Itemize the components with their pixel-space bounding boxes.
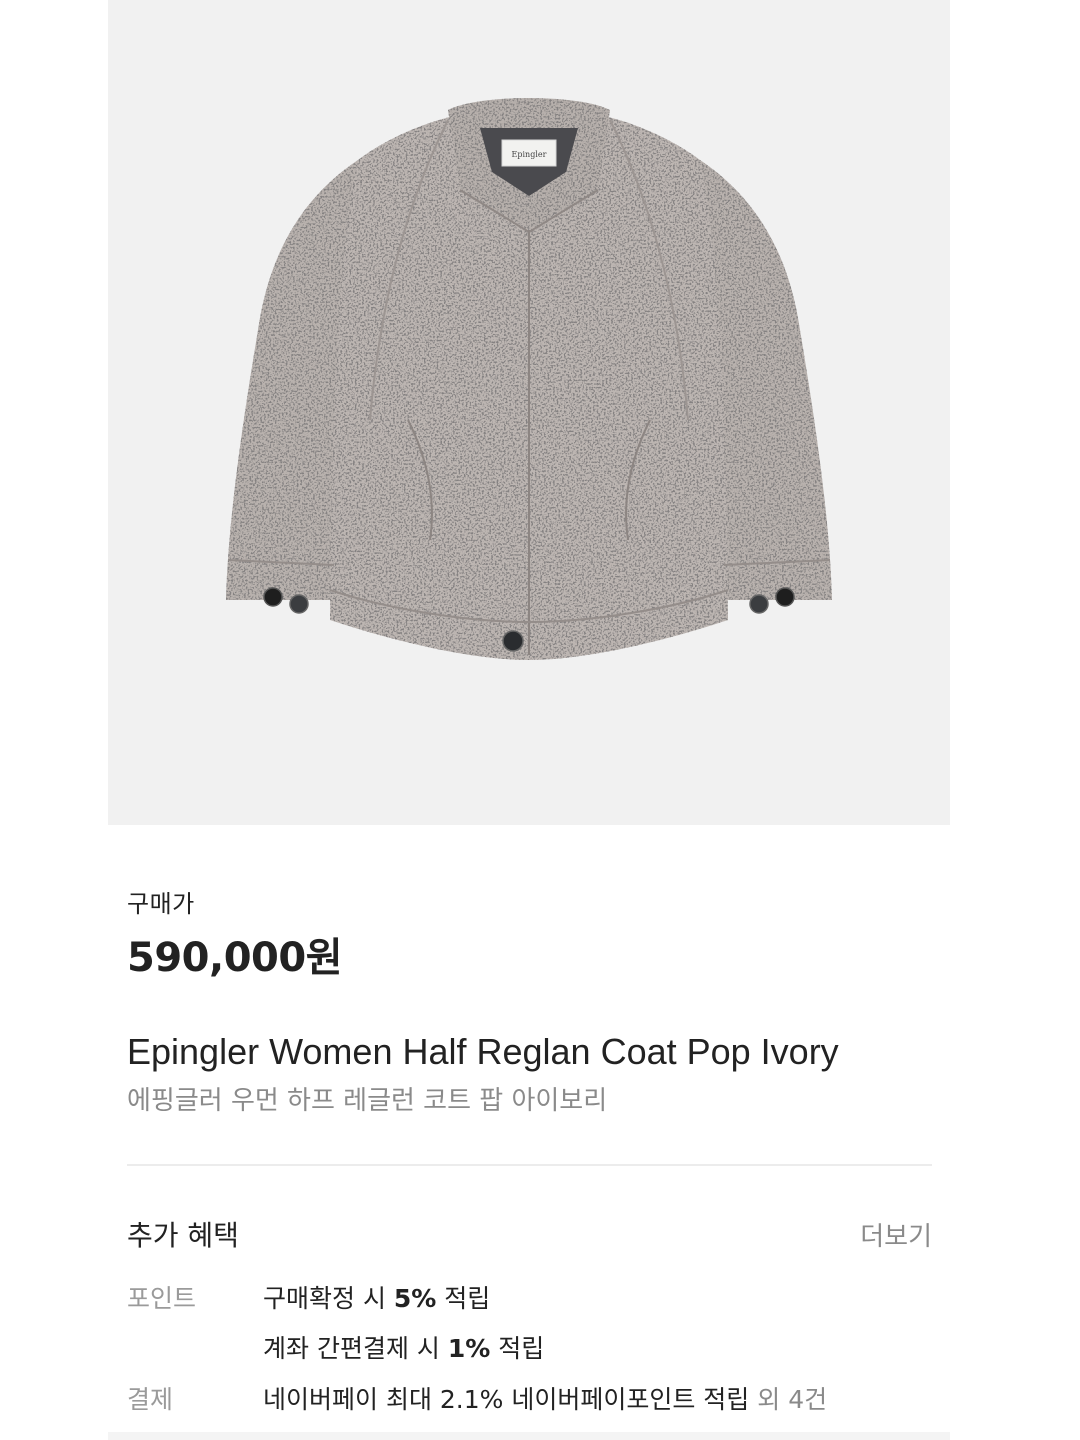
- payment-label: 결제: [127, 1385, 174, 1414]
- payment-benefit[interactable]: 네이버페이 최대 2.1% 네이버페이포인트 적립 외 4건: [263, 1380, 827, 1416]
- price-value: 590,000원: [127, 935, 343, 981]
- point-benefit-account-rate: 1%: [447, 1334, 491, 1363]
- benefits-title: 추가 혜택: [127, 1219, 239, 1252]
- price-label: 구매가: [127, 890, 195, 918]
- more-button[interactable]: 더보기: [860, 1216, 932, 1253]
- point-benefit-purchase-text: 구매확정 시: [263, 1284, 394, 1313]
- product-name-english: Epingler Women Half Reglan Coat Pop Ivor…: [127, 1031, 839, 1072]
- point-benefit-purchase-rate: 5%: [393, 1284, 437, 1313]
- product-image[interactable]: Epingler: [108, 0, 950, 825]
- payment-benefit-text: 네이버페이 최대 2.1% 네이버페이포인트 적립: [263, 1385, 750, 1414]
- point-benefit-account-text: 계좌 간편결제 시: [263, 1334, 448, 1363]
- bottom-section-divider: [108, 1432, 950, 1440]
- point-benefit-account: 계좌 간편결제 시 1% 적립: [263, 1329, 544, 1365]
- coat-illustration: Epingler: [226, 98, 832, 660]
- point-benefit-account-suffix: 적립: [490, 1334, 545, 1363]
- brand-label-text: Epingler: [512, 150, 547, 159]
- point-benefit-purchase: 구매확정 시 5% 적립: [263, 1279, 490, 1315]
- payment-benefit-extra: 외 4건: [749, 1385, 828, 1414]
- product-name-korean: 에핑글러 우먼 하프 레글런 코트 팝 아이보리: [127, 1086, 608, 1116]
- point-benefit-purchase-suffix: 적립: [436, 1284, 491, 1313]
- point-label: 포인트: [127, 1284, 197, 1313]
- section-divider: [127, 1164, 932, 1166]
